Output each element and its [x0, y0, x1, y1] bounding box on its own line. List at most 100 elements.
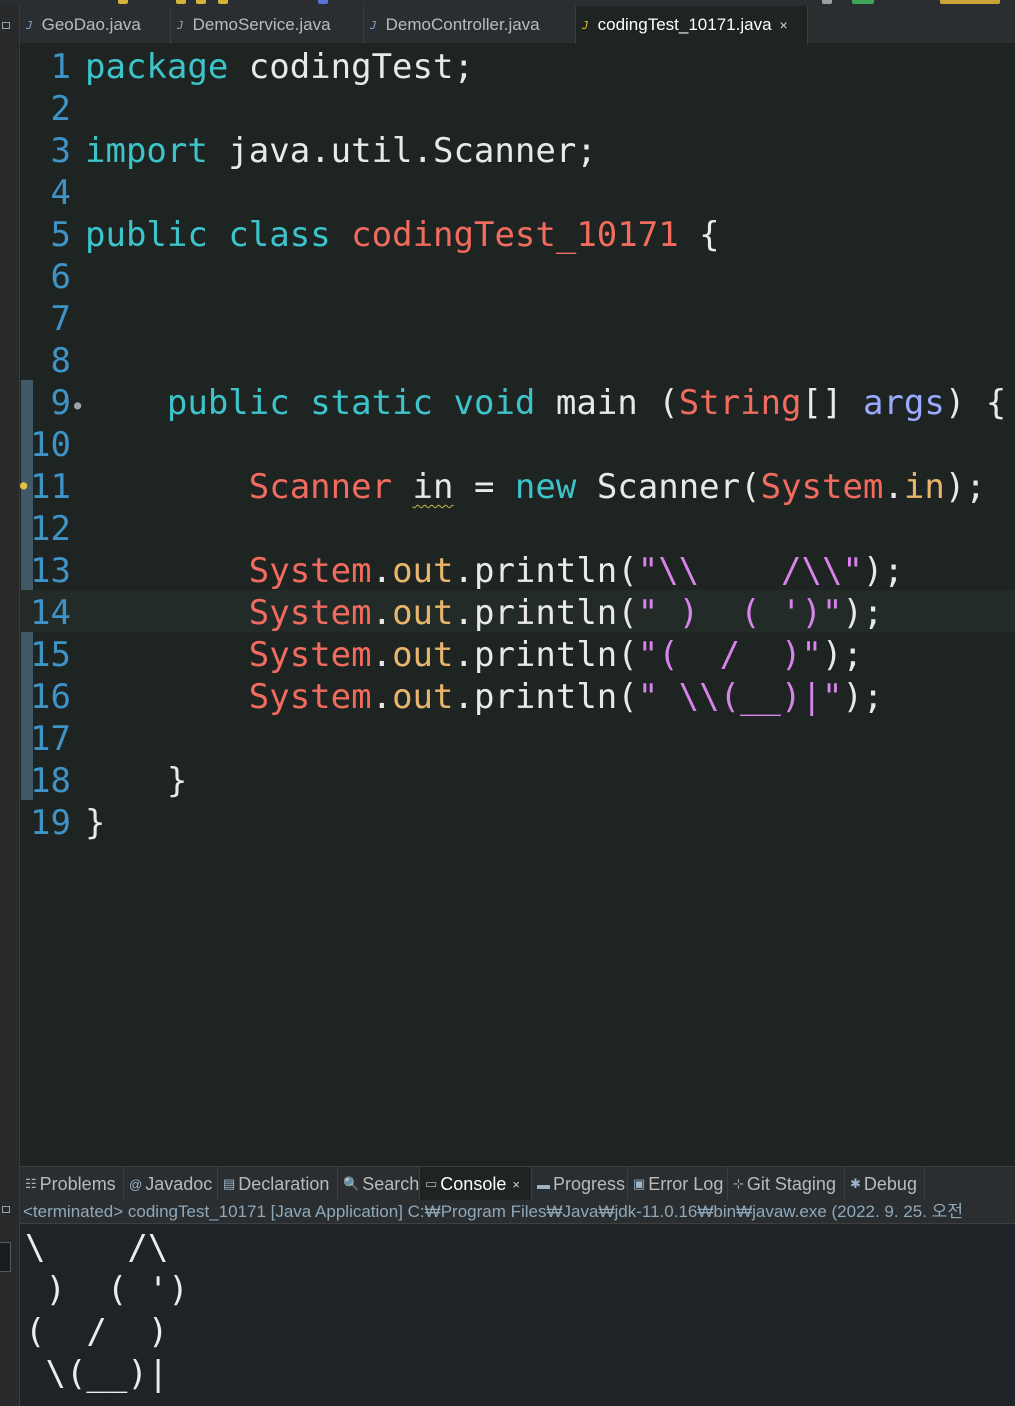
line-number: 4 — [50, 173, 71, 213]
code-line[interactable]: 12 — [20, 506, 1015, 549]
code-token: System — [248, 677, 372, 717]
code-line[interactable]: 2 — [20, 86, 1015, 129]
editor-tab-bar: J GeoDao.java J DemoService.java J DemoC… — [20, 6, 1015, 44]
progress-icon: ▬ — [537, 1176, 550, 1192]
tab-problems[interactable]: ☷ Problems — [20, 1167, 124, 1201]
console-output-line: ( / ) — [25, 1312, 169, 1352]
code-token: out — [392, 593, 454, 633]
code-line[interactable]: 4 — [20, 170, 1015, 213]
toolbar-icon[interactable] — [176, 0, 186, 4]
code-token: out — [392, 551, 454, 591]
code-text: System.out.println("( / )"); — [85, 635, 863, 675]
line-number: 5 — [50, 215, 71, 255]
toolbar-icon[interactable] — [218, 0, 228, 4]
toolbar-icon[interactable] — [118, 0, 128, 4]
code-line[interactable]: 13 System.out.println("\\ /\\"); — [20, 548, 1015, 591]
code-line[interactable]: 15 System.out.println("( / )"); — [20, 632, 1015, 675]
code-text: System.out.println("\\ /\\"); — [85, 551, 904, 591]
code-token: .println( — [453, 593, 638, 633]
code-token: " \\(__)|" — [637, 677, 843, 717]
tab-codingtest-10171-java[interactable]: J codingTest_10171.java × — [576, 6, 808, 44]
code-line[interactable]: 8 — [20, 338, 1015, 381]
close-icon[interactable]: × — [512, 1177, 520, 1192]
tab-label: GeoDao.java — [41, 15, 141, 34]
tab-geodao-java[interactable]: J GeoDao.java — [20, 6, 171, 44]
code-editor[interactable]: ● ● 1 package codingTest; 2 3 import java.ut… — [20, 44, 1015, 1166]
tab-git-staging[interactable]: ⊹ Git Staging — [728, 1167, 845, 1201]
line-number: 14 — [30, 593, 71, 633]
tab-label: codingTest_10171.java — [597, 15, 772, 34]
console-status-line: <terminated> codingTest_10171 [Java Appl… — [20, 1200, 1015, 1224]
code-line[interactable]: 17 — [20, 716, 1015, 759]
code-token: " ) ( ')" — [637, 593, 843, 633]
code-line[interactable]: 10 — [20, 422, 1015, 465]
line-number: 16 — [30, 677, 71, 717]
code-token: ) { — [944, 383, 1007, 423]
code-line[interactable]: 14 System.out.println(" ) ( ')"); — [20, 590, 1015, 633]
code-line[interactable]: 6 — [20, 254, 1015, 297]
code-text: import java.util.Scanner; — [85, 131, 597, 171]
code-line[interactable]: 3 import java.util.Scanner; — [20, 128, 1015, 171]
code-line[interactable]: 19} — [20, 800, 1015, 843]
tab-demoservice-java[interactable]: J DemoService.java — [171, 6, 364, 44]
code-token: = — [453, 467, 515, 507]
line-number: 1 — [50, 47, 71, 87]
code-line[interactable]: 18 } — [20, 758, 1015, 801]
code-token: in — [903, 467, 945, 507]
code-line[interactable]: 9 public static void main (String[] args… — [20, 380, 1015, 423]
code-line[interactable]: 5 public class codingTest_10171 { — [20, 212, 1015, 255]
console-output[interactable]: \ /\ ) ( ')( / ) \(__)| — [20, 1224, 1015, 1406]
code-token: ); — [842, 677, 884, 717]
restore-icon[interactable] — [2, 1206, 10, 1213]
tab-declaration[interactable]: ▤ Declaration — [218, 1167, 338, 1201]
code-token: "\\ /\\" — [637, 551, 863, 591]
code-line[interactable]: 11 Scanner in = new Scanner(System.in); — [20, 464, 1015, 507]
code-text: public static void main (String[] args) … — [85, 383, 1006, 423]
view-tab-label: Console — [440, 1173, 507, 1194]
code-token: } — [85, 803, 106, 843]
console-icon: ▭ — [425, 1176, 438, 1191]
error-log-icon: ▣ — [633, 1176, 646, 1191]
tab-search[interactable]: 🔍 Search — [338, 1167, 420, 1201]
toolbar-icon[interactable] — [318, 0, 328, 4]
code-token: codingTest; — [228, 47, 474, 87]
code-line[interactable]: 1 package codingTest; — [20, 44, 1015, 87]
code-token: public — [85, 215, 208, 255]
close-icon[interactable]: × — [780, 17, 788, 33]
code-token: args — [862, 383, 945, 423]
line-number: 7 — [50, 299, 71, 339]
view-tab-label: Git Staging — [746, 1173, 836, 1194]
code-line[interactable]: 7 — [20, 296, 1015, 339]
code-token: ); — [862, 551, 904, 591]
perspective-icon[interactable] — [852, 0, 874, 4]
code-text: } — [85, 761, 187, 801]
tab-debug[interactable]: ✱ Debug — [845, 1167, 925, 1201]
restore-icon[interactable] — [2, 22, 10, 29]
minimized-view[interactable] — [0, 1242, 11, 1272]
code-token: "( / )" — [637, 635, 822, 675]
tab-democontroller-java[interactable]: J DemoController.java — [364, 6, 576, 44]
code-token: java.util.Scanner; — [207, 131, 597, 171]
tab-javadoc[interactable]: @ Javadoc — [124, 1167, 218, 1201]
declaration-icon: ▤ — [223, 1176, 236, 1191]
console-output-line: \(__)| — [25, 1354, 169, 1394]
code-token: .println( — [453, 635, 638, 675]
tab-progress[interactable]: ▬ Progress — [532, 1167, 628, 1201]
view-tab-label: Debug — [863, 1173, 917, 1194]
tab-console[interactable]: ▭ Console × — [420, 1167, 532, 1201]
code-token: static — [310, 383, 434, 423]
perspective-icon[interactable] — [940, 0, 1000, 4]
toolbar-icon[interactable] — [822, 0, 832, 4]
toolbar-icon[interactable] — [196, 0, 206, 4]
bottom-view-tab-bar: ☷ Problems @ Javadoc ▤ Declaration 🔍 Search ▭ Con… — [20, 1166, 1015, 1201]
code-text: Scanner in = new Scanner(System.in); — [85, 467, 986, 507]
code-token: ); — [842, 593, 884, 633]
tab-error-log[interactable]: ▣ Error Log — [628, 1167, 728, 1201]
eclipse-window: J GeoDao.java J DemoService.java J DemoC… — [0, 0, 1015, 1406]
code-line[interactable]: 16 System.out.println(" \\(__)|"); — [20, 674, 1015, 717]
line-number: 3 — [50, 131, 71, 171]
code-token: . — [371, 677, 393, 717]
